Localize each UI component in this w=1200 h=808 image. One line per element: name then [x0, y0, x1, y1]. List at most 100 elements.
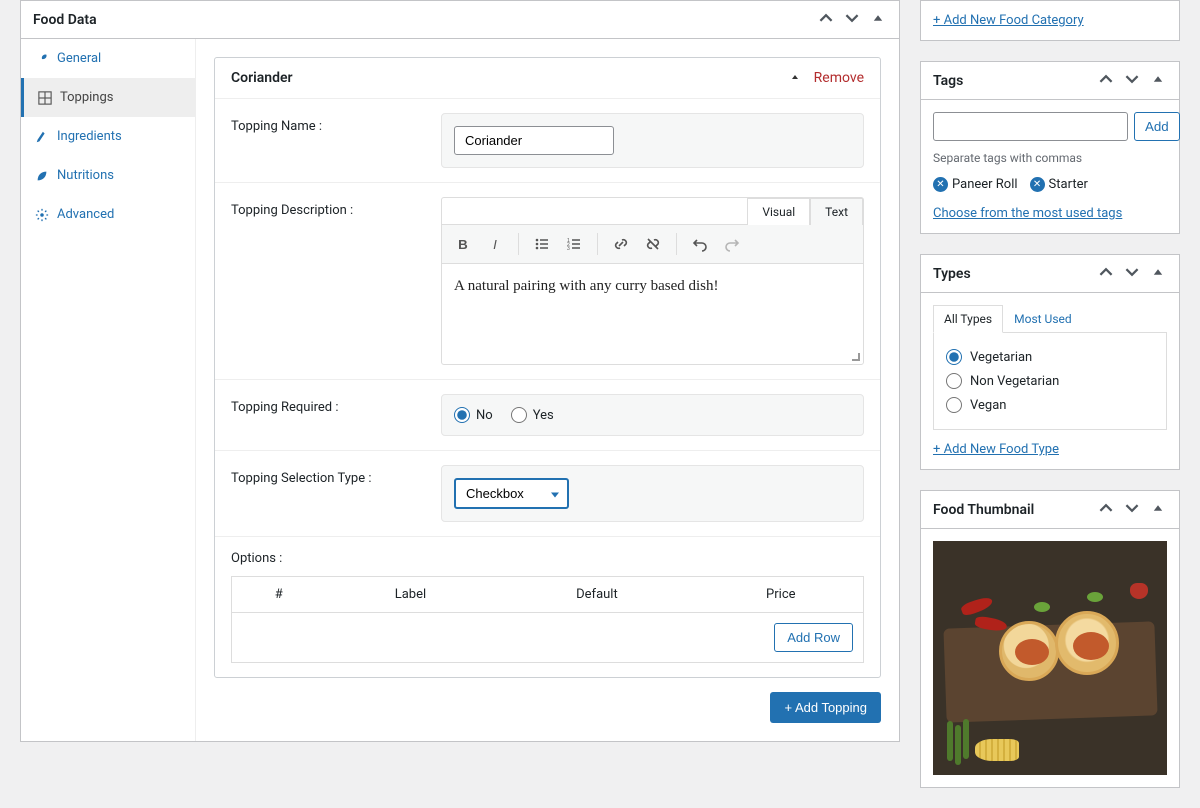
radio-no-label: No — [476, 408, 493, 423]
svg-text:3: 3 — [567, 246, 570, 252]
food-data-title: Food Data — [33, 12, 97, 28]
radio-yes-label: Yes — [533, 408, 554, 423]
tag-item: ✕ Starter — [1030, 177, 1088, 192]
food-data-header: Food Data — [21, 1, 899, 39]
editor-tab-visual[interactable]: Visual — [747, 198, 810, 225]
tag-remove-icon[interactable]: ✕ — [1030, 177, 1045, 192]
panel-move-up[interactable] — [1097, 501, 1115, 518]
types-tab-all[interactable]: All Types — [933, 305, 1003, 333]
topping-panel: Coriander Remove Topping Name : — [214, 57, 881, 678]
tag-label: Starter — [1049, 177, 1088, 192]
topping-selection-label: Topping Selection Type : — [231, 465, 421, 486]
options-col-price: Price — [699, 577, 864, 613]
tags-hint: Separate tags with commas — [933, 151, 1167, 165]
panel-move-down[interactable] — [843, 11, 861, 28]
radio-vegan[interactable] — [946, 397, 962, 413]
tag-remove-icon[interactable]: ✕ — [933, 177, 948, 192]
bullet-list-icon[interactable] — [531, 233, 553, 255]
type-row-vegan[interactable]: Vegan — [946, 393, 1154, 417]
tab-nutritions-label: Nutritions — [57, 168, 114, 183]
panel-move-down[interactable] — [1123, 501, 1141, 518]
gear-icon — [35, 208, 49, 222]
tab-general-label: General — [57, 51, 101, 66]
tags-add-button[interactable]: Add — [1134, 112, 1180, 141]
ordered-list-icon[interactable]: 123 — [563, 233, 585, 255]
tag-label: Paneer Roll — [952, 177, 1018, 192]
add-row-button[interactable]: Add Row — [774, 623, 853, 652]
add-food-type-link[interactable]: + Add New Food Type — [933, 442, 1059, 457]
type-label: Vegetarian — [970, 350, 1032, 365]
options-col-default: Default — [495, 577, 698, 613]
topping-selection-select[interactable]: Checkbox — [454, 478, 569, 509]
wysiwyg-editor: Visual Text B I 123 — [441, 197, 864, 365]
tab-general[interactable]: General — [21, 39, 195, 78]
tab-ingredients[interactable]: Ingredients — [21, 117, 195, 156]
options-col-label: Label — [326, 577, 496, 613]
tab-toppings-label: Toppings — [60, 90, 114, 105]
types-title: Types — [933, 266, 971, 282]
add-food-category-link[interactable]: + Add New Food Category — [933, 13, 1084, 28]
topping-description-input[interactable]: A natural pairing with any curry based d… — [442, 264, 863, 364]
tags-panel: Tags Add Separate tags with commas ✕ Pan… — [920, 61, 1180, 234]
panel-collapse-icon[interactable] — [869, 11, 887, 28]
types-panel: Types All Types Most Used Vegetarian — [920, 254, 1180, 470]
panel-collapse-icon[interactable] — [1149, 265, 1167, 282]
tab-advanced-label: Advanced — [57, 207, 114, 222]
panel-move-up[interactable] — [1097, 72, 1115, 89]
options-table: # Label Default Price Add Row — [231, 576, 864, 663]
type-row-nonveg[interactable]: Non Vegetarian — [946, 369, 1154, 393]
tab-ingredients-label: Ingredients — [57, 129, 122, 144]
topping-name-input[interactable] — [454, 126, 614, 155]
topping-name-label: Topping Name : — [231, 113, 421, 134]
options-label: Options : — [231, 551, 864, 566]
radio-no[interactable] — [454, 407, 470, 423]
panel-move-up[interactable] — [817, 11, 835, 28]
food-category-panel: + Add New Food Category — [920, 0, 1180, 41]
grid-icon — [38, 91, 52, 105]
wrench-icon — [35, 52, 49, 66]
carrot-icon — [35, 130, 49, 144]
undo-icon[interactable] — [689, 233, 711, 255]
radio-yes[interactable] — [511, 407, 527, 423]
topping-desc-text: A natural pairing with any curry based d… — [454, 278, 719, 294]
type-label: Vegan — [970, 398, 1006, 413]
tab-advanced[interactable]: Advanced — [21, 195, 195, 234]
options-col-index: # — [232, 577, 326, 613]
unlink-icon[interactable] — [642, 233, 664, 255]
topping-remove-link[interactable]: Remove — [814, 70, 864, 86]
panel-collapse-icon[interactable] — [1149, 72, 1167, 89]
thumbnail-title: Food Thumbnail — [933, 502, 1034, 518]
tab-toppings[interactable]: Toppings — [21, 78, 195, 117]
radio-vegetarian[interactable] — [946, 349, 962, 365]
editor-tab-text[interactable]: Text — [810, 198, 863, 225]
topping-title: Coriander — [231, 70, 293, 86]
link-icon[interactable] — [610, 233, 632, 255]
redo-icon[interactable] — [721, 233, 743, 255]
topping-collapse-icon[interactable] — [790, 70, 800, 86]
topping-required-yes[interactable]: Yes — [511, 407, 554, 423]
types-tab-most[interactable]: Most Used — [1003, 305, 1083, 333]
food-data-panel: Food Data General Toppings — [20, 0, 900, 742]
tag-item: ✕ Paneer Roll — [933, 177, 1018, 192]
type-label: Non Vegetarian — [970, 374, 1059, 389]
resize-handle-icon[interactable] — [849, 350, 863, 364]
food-data-tabs: General Toppings Ingredients Nutritions — [21, 39, 196, 741]
topping-required-label: Topping Required : — [231, 394, 421, 415]
topping-required-no[interactable]: No — [454, 407, 493, 423]
panel-move-up[interactable] — [1097, 265, 1115, 282]
panel-collapse-icon[interactable] — [1149, 501, 1167, 518]
italic-icon[interactable]: I — [484, 233, 506, 255]
thumbnail-panel: Food Thumbnail — [920, 490, 1180, 788]
panel-move-down[interactable] — [1123, 72, 1141, 89]
radio-nonveg[interactable] — [946, 373, 962, 389]
bold-icon[interactable]: B — [452, 233, 474, 255]
tab-nutritions[interactable]: Nutritions — [21, 156, 195, 195]
type-row-vegetarian[interactable]: Vegetarian — [946, 345, 1154, 369]
panel-move-down[interactable] — [1123, 265, 1141, 282]
food-thumbnail-image[interactable] — [933, 541, 1167, 775]
topping-desc-label: Topping Description : — [231, 197, 421, 218]
tags-input[interactable] — [933, 112, 1128, 141]
tags-choose-link[interactable]: Choose from the most used tags — [933, 206, 1122, 221]
leaf-icon — [35, 169, 49, 183]
add-topping-button[interactable]: + Add Topping — [770, 692, 881, 723]
